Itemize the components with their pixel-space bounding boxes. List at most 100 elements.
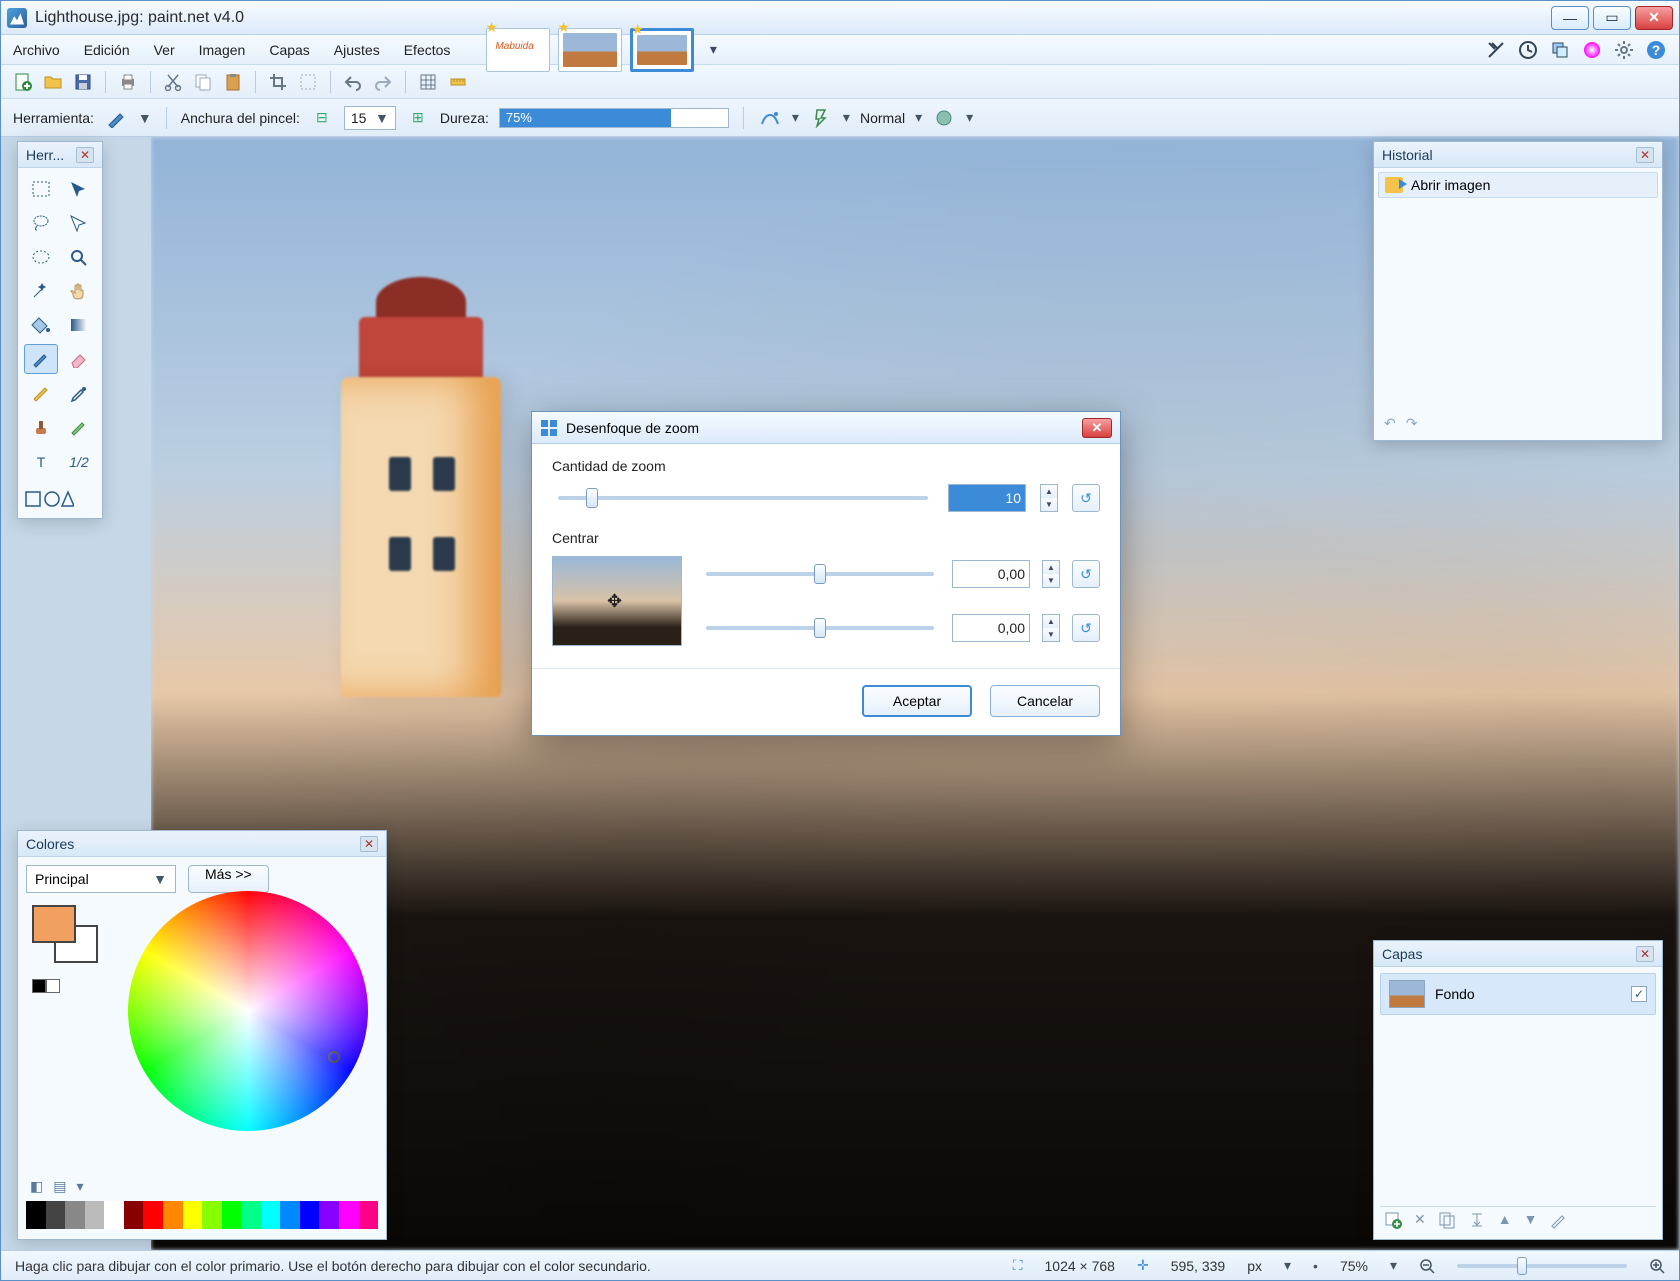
color-mode-select[interactable]: Principal ▼ bbox=[26, 865, 176, 893]
tool-magic-wand[interactable] bbox=[24, 276, 58, 306]
center-x-spinner[interactable]: ▲▼ bbox=[1042, 560, 1060, 588]
center-y-input[interactable]: 0,00 bbox=[952, 614, 1030, 642]
center-y-slider[interactable] bbox=[706, 626, 934, 630]
tool-gradient[interactable] bbox=[62, 310, 96, 340]
history-panel-title[interactable]: Historial ✕ bbox=[1374, 142, 1662, 168]
tool-zoom[interactable] bbox=[62, 242, 96, 272]
doc-thumb-2[interactable] bbox=[558, 28, 622, 72]
zoom-dropdown-icon[interactable]: ▾ bbox=[1390, 1257, 1397, 1274]
dialog-close-icon[interactable]: ✕ bbox=[1082, 418, 1112, 438]
dialog-accept-button[interactable]: Aceptar bbox=[862, 685, 972, 717]
center-preview[interactable] bbox=[552, 556, 682, 646]
palette-color[interactable] bbox=[222, 1201, 242, 1229]
history-panel-close-icon[interactable]: ✕ bbox=[1636, 147, 1654, 163]
palette-color[interactable] bbox=[46, 1201, 66, 1229]
layers-panel-close-icon[interactable]: ✕ bbox=[1636, 946, 1654, 962]
tool-eraser[interactable] bbox=[62, 344, 96, 374]
add-layer-icon[interactable] bbox=[1384, 1211, 1402, 1229]
colors-panel-title[interactable]: Colores ✕ bbox=[18, 831, 386, 857]
status-unit[interactable]: px bbox=[1247, 1258, 1262, 1274]
layers-window-icon[interactable] bbox=[1549, 39, 1571, 61]
palette-color[interactable] bbox=[163, 1201, 183, 1229]
tool-pan[interactable] bbox=[62, 276, 96, 306]
blend-dropdown-icon[interactable]: ▾ bbox=[843, 109, 850, 126]
tool-move-selection[interactable] bbox=[62, 174, 96, 204]
zoom-amount-reset-icon[interactable]: ↺ bbox=[1072, 484, 1100, 512]
maximize-button[interactable]: ▭ bbox=[1593, 6, 1631, 30]
settings-icon[interactable] bbox=[1613, 39, 1635, 61]
undo-icon[interactable] bbox=[341, 70, 365, 94]
palette-color[interactable] bbox=[319, 1201, 339, 1229]
center-x-slider[interactable] bbox=[706, 572, 934, 576]
tool-shapes[interactable] bbox=[18, 482, 102, 518]
primary-color-swatch[interactable] bbox=[32, 905, 76, 943]
palette-color[interactable] bbox=[300, 1201, 320, 1229]
palette-color[interactable] bbox=[241, 1201, 261, 1229]
palette-manage-icon[interactable]: ▤ bbox=[53, 1178, 66, 1195]
close-button[interactable]: ✕ bbox=[1635, 6, 1673, 30]
unit-dropdown-icon[interactable]: ▾ bbox=[1284, 1257, 1291, 1274]
move-layer-up-icon[interactable]: ▲ bbox=[1498, 1211, 1512, 1229]
menu-edicion[interactable]: Edición bbox=[72, 38, 142, 62]
zoom-amount-spinner[interactable]: ▲▼ bbox=[1040, 484, 1058, 512]
history-undo-icon[interactable]: ↶ bbox=[1384, 415, 1396, 432]
color-wheel[interactable] bbox=[128, 891, 368, 1131]
palette-color[interactable] bbox=[359, 1201, 379, 1229]
palette-color[interactable] bbox=[339, 1201, 359, 1229]
palette-color[interactable] bbox=[26, 1201, 46, 1229]
bw-swatch[interactable] bbox=[32, 979, 60, 993]
palette-color[interactable] bbox=[124, 1201, 144, 1229]
menu-ver[interactable]: Ver bbox=[142, 38, 187, 62]
blend-icon[interactable] bbox=[809, 106, 833, 130]
aa-dropdown-icon[interactable]: ▾ bbox=[792, 109, 799, 126]
palette-color[interactable] bbox=[104, 1201, 124, 1229]
layer-visibility-checkbox[interactable]: ✓ bbox=[1631, 986, 1647, 1002]
delete-layer-icon[interactable]: ✕ bbox=[1414, 1211, 1426, 1229]
antialias-icon[interactable] bbox=[758, 106, 782, 130]
center-y-spinner[interactable]: ▲▼ bbox=[1042, 614, 1060, 642]
color-swatches[interactable] bbox=[32, 905, 76, 943]
tool-dropdown-icon[interactable]: ▼ bbox=[138, 110, 152, 126]
palette-color[interactable] bbox=[85, 1201, 105, 1229]
dialog-titlebar[interactable]: Desenfoque de zoom ✕ bbox=[532, 412, 1120, 444]
layers-panel-title[interactable]: Capas ✕ bbox=[1374, 941, 1662, 967]
doc-thumb-3-active[interactable] bbox=[630, 28, 694, 72]
current-tool-icon[interactable] bbox=[104, 106, 128, 130]
tools-panel-title[interactable]: Herr... ✕ bbox=[18, 142, 102, 168]
menu-imagen[interactable]: Imagen bbox=[187, 38, 258, 62]
help-icon[interactable]: ? bbox=[1645, 39, 1667, 61]
tool-text[interactable]: T bbox=[24, 446, 58, 476]
tool-paint-bucket[interactable] bbox=[24, 310, 58, 340]
palette-row[interactable] bbox=[26, 1201, 378, 1229]
new-icon[interactable] bbox=[11, 70, 35, 94]
open-icon[interactable] bbox=[41, 70, 65, 94]
palette-color[interactable] bbox=[183, 1201, 203, 1229]
colors-panel-close-icon[interactable]: ✕ bbox=[360, 836, 378, 852]
menu-efectos[interactable]: Efectos bbox=[392, 38, 463, 62]
ruler-icon[interactable] bbox=[446, 70, 470, 94]
tool-move-pixels[interactable] bbox=[62, 208, 96, 238]
tool-color-picker[interactable] bbox=[62, 378, 96, 408]
print-icon[interactable] bbox=[116, 70, 140, 94]
center-x-input[interactable]: 0,00 bbox=[952, 560, 1030, 588]
doc-thumb-1[interactable] bbox=[486, 28, 550, 72]
center-y-reset-icon[interactable]: ↺ bbox=[1072, 614, 1100, 642]
tool-ellipse-select[interactable] bbox=[24, 242, 58, 272]
menu-ajustes[interactable]: Ajustes bbox=[322, 38, 392, 62]
palette-color[interactable] bbox=[143, 1201, 163, 1229]
history-window-icon[interactable] bbox=[1517, 39, 1539, 61]
palette-menu-icon[interactable]: ▾ bbox=[76, 1178, 83, 1195]
palette-color[interactable] bbox=[261, 1201, 281, 1229]
colors-window-icon[interactable] bbox=[1581, 39, 1603, 61]
zoom-slider[interactable] bbox=[1457, 1264, 1627, 1268]
tool-clone-stamp[interactable] bbox=[24, 412, 58, 442]
menu-archivo[interactable]: Archivo bbox=[1, 38, 72, 62]
thumb-dropdown-icon[interactable]: ▾ bbox=[702, 39, 724, 61]
save-icon[interactable] bbox=[71, 70, 95, 94]
tool-lasso[interactable] bbox=[24, 208, 58, 238]
center-x-reset-icon[interactable]: ↺ bbox=[1072, 560, 1100, 588]
tool-line[interactable]: 1/2 bbox=[62, 446, 96, 476]
layer-properties-icon[interactable] bbox=[1549, 1211, 1567, 1229]
move-layer-down-icon[interactable]: ▼ bbox=[1524, 1211, 1538, 1229]
palette-color[interactable] bbox=[65, 1201, 85, 1229]
